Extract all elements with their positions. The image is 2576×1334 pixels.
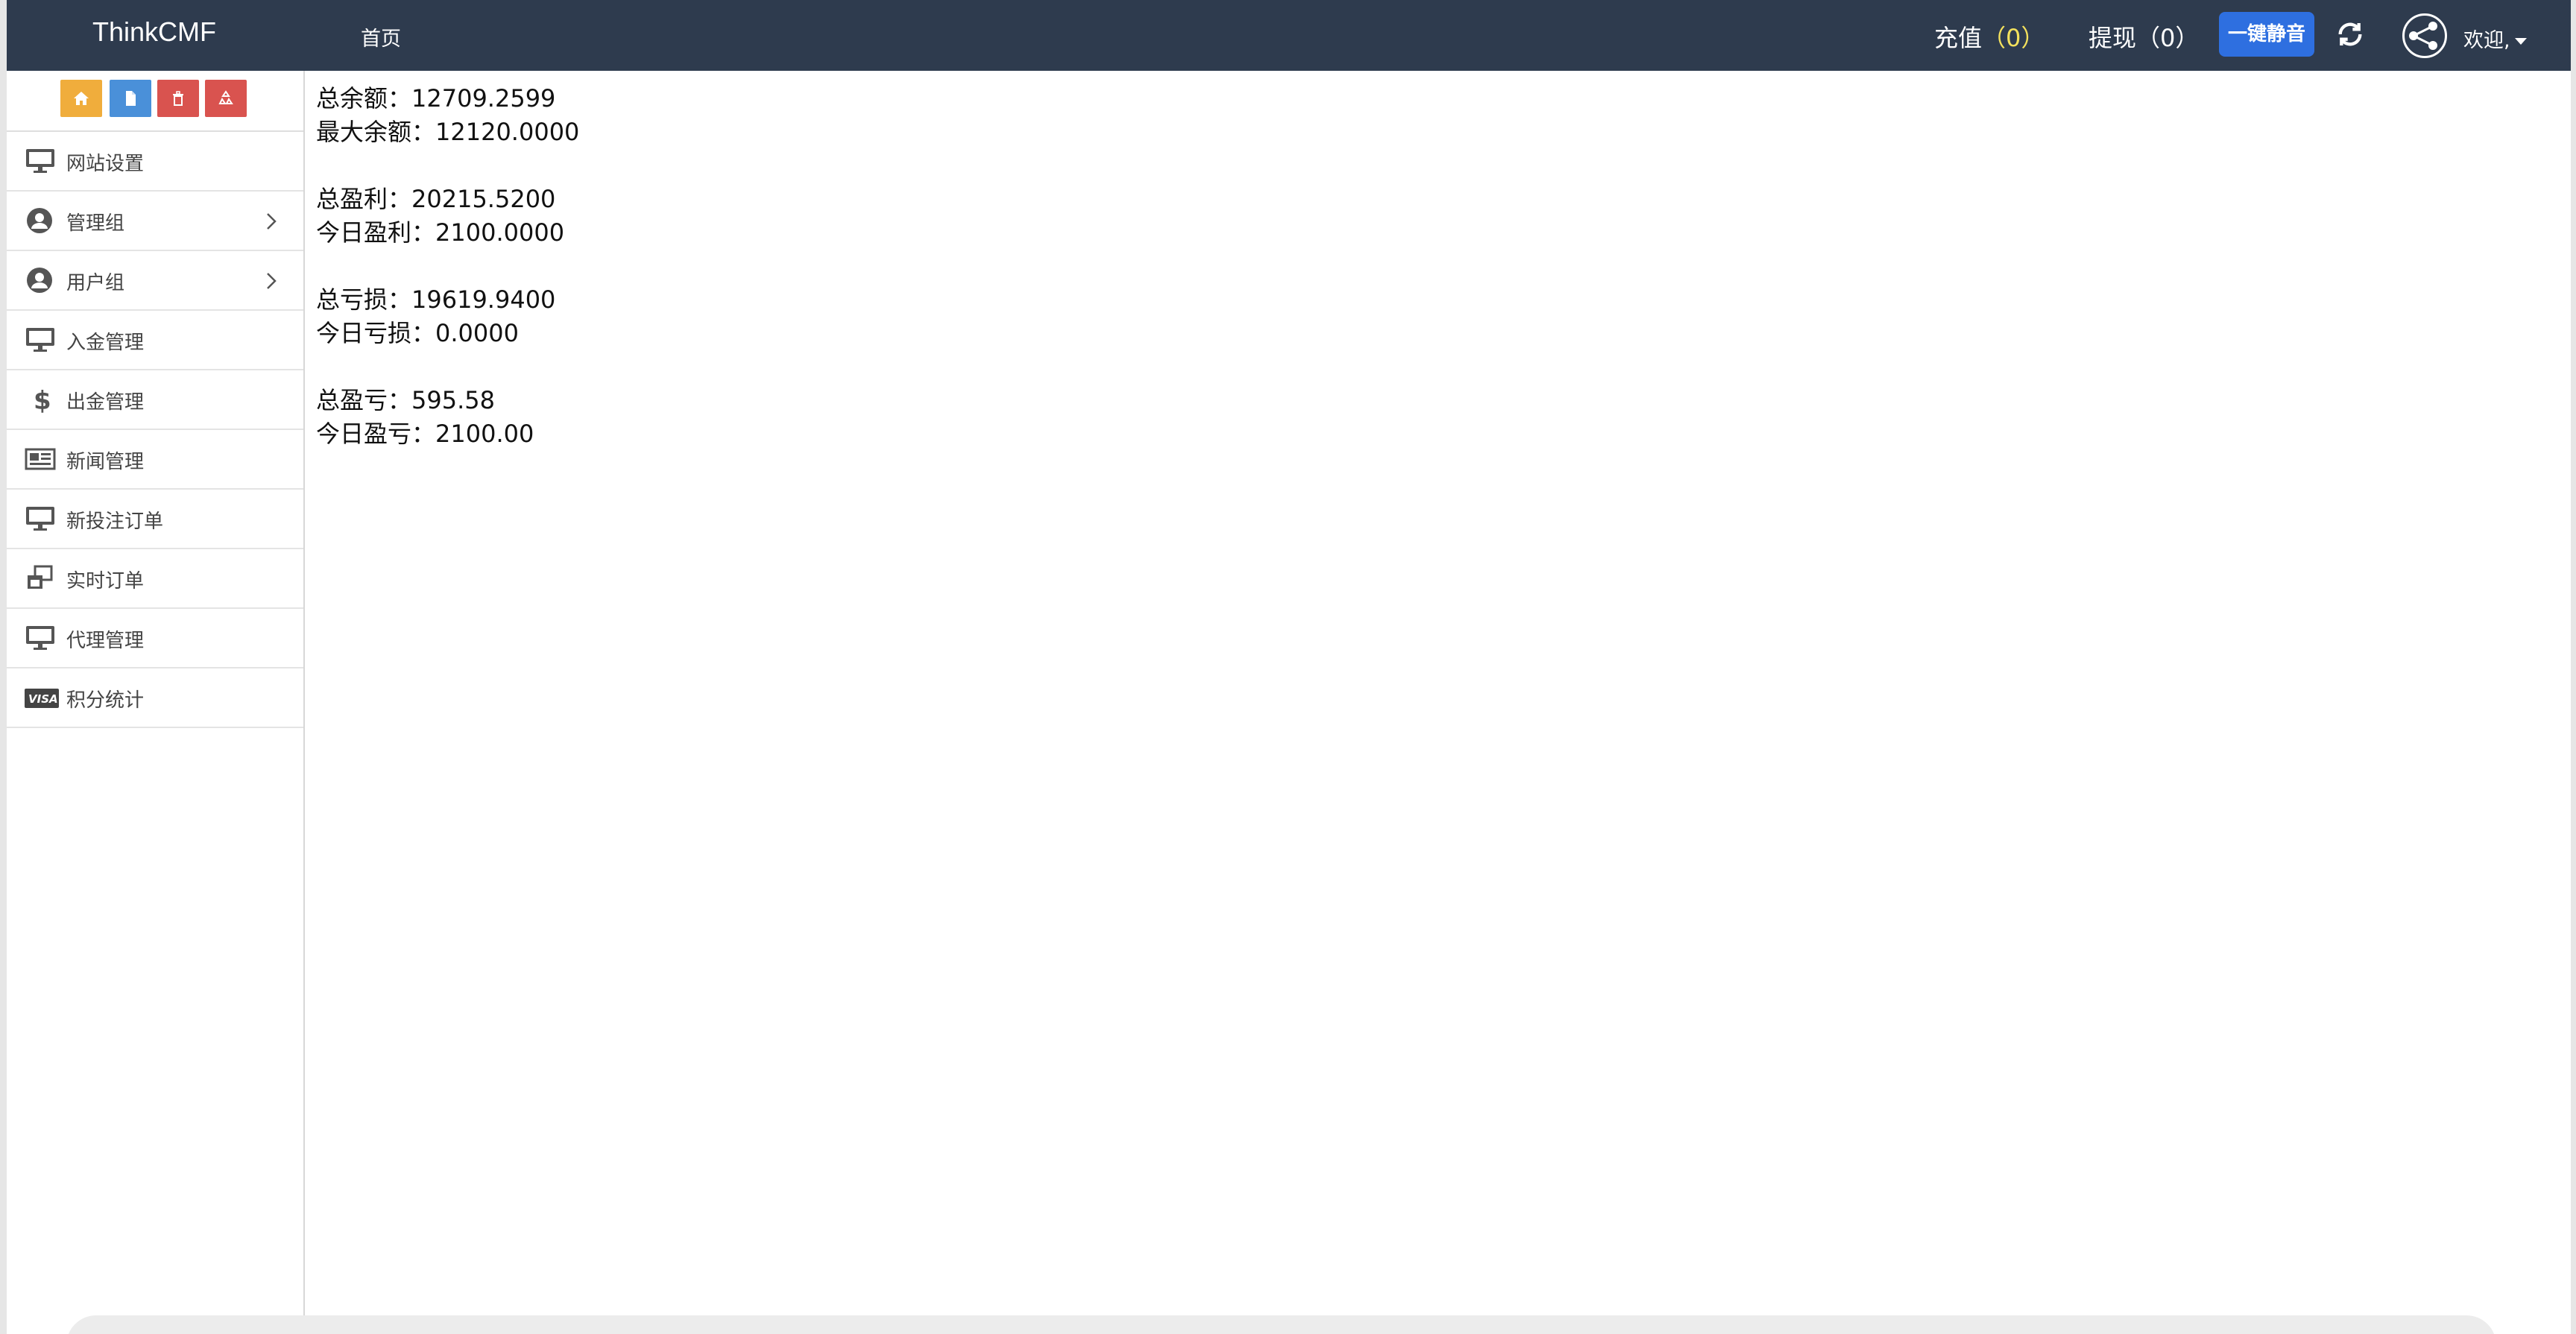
monitor-icon <box>23 146 57 176</box>
recycle-icon <box>218 90 233 104</box>
recharge-link[interactable]: 充值（0） <box>1934 19 2045 54</box>
caret-down-icon <box>2514 38 2527 45</box>
withdraw-count: （0） <box>2136 24 2200 52</box>
loss-group: 总亏损：19619.9400 今日亏损：0.0000 <box>316 283 579 350</box>
chevron-right-icon <box>264 211 279 232</box>
brand-logo[interactable]: ThinkCMF <box>92 16 216 48</box>
share-nodes-icon <box>2409 22 2437 50</box>
recycle-quick-button[interactable] <box>205 80 247 117</box>
sidebar-item[interactable]: 入金管理 <box>7 311 303 370</box>
sidebar-item-label: 新投注订单 <box>66 510 164 533</box>
app-window: ThinkCMF 首页 充值（0） 提现（0） 一键静音 欢迎, 网站设置 管理… <box>7 0 2571 1334</box>
sidebar-item-label: 出金管理 <box>66 391 145 414</box>
max-balance: 最大余额：12120.0000 <box>316 118 580 146</box>
withdraw-label: 提现 <box>2089 24 2137 52</box>
user-circle-icon <box>23 265 57 295</box>
visa-card-icon: VISA <box>23 683 59 712</box>
sidebar-item[interactable]: 新闻管理 <box>7 430 303 490</box>
monitor-icon <box>23 504 57 534</box>
newspaper-icon <box>23 444 57 474</box>
sidebar-item-label: 新闻管理 <box>66 451 145 473</box>
home-icon <box>74 92 89 105</box>
svg-text:$: $ <box>34 386 51 414</box>
balance-group: 总余额：12709.2599 最大余额：12120.0000 <box>316 82 579 149</box>
sidebar-item[interactable]: 实时订单 <box>7 549 303 609</box>
sidebar-item-label: 积分统计 <box>66 689 145 712</box>
monitor-icon <box>23 623 57 653</box>
sidebar-item-label: 实时订单 <box>66 570 145 592</box>
dollar-icon: $ <box>23 385 57 416</box>
sidebar-item[interactable]: 代理管理 <box>7 609 303 668</box>
trash-icon <box>173 91 183 106</box>
sidebar-item-label: 管理组 <box>66 212 125 235</box>
sidebar-item-label: 网站设置 <box>66 153 145 175</box>
sidebar-menu: 网站设置管理组用户组入金管理 $ 出金管理新闻管理新投注订单实时订单代理管理 VISA… <box>7 132 303 728</box>
monitor-icon <box>23 325 57 355</box>
sidebar: 网站设置管理组用户组入金管理 $ 出金管理新闻管理新投注订单实时订单代理管理 VISA… <box>7 71 305 1334</box>
today-loss: 今日亏损：0.0000 <box>316 319 519 347</box>
welcome-text: 欢迎, <box>2463 29 2510 52</box>
home-quick-button[interactable] <box>60 80 102 117</box>
top-navbar: ThinkCMF 首页 充值（0） 提现（0） 一键静音 欢迎, <box>7 0 2571 71</box>
sidebar-item[interactable]: 管理组 <box>7 192 303 251</box>
file-icon <box>126 91 136 106</box>
sidebar-item[interactable]: $ 出金管理 <box>7 370 303 430</box>
sidebar-item-label: 入金管理 <box>66 332 145 354</box>
sidebar-item[interactable]: 用户组 <box>7 251 303 311</box>
total-balance: 总余额：12709.2599 <box>316 84 556 113</box>
sidebar-item-label: 用户组 <box>66 272 125 294</box>
total-profit: 总盈利：20215.5200 <box>316 185 556 213</box>
sidebar-item[interactable]: 新投注订单 <box>7 490 303 549</box>
svg-text:VISA: VISA <box>28 692 58 706</box>
user-menu-dropdown[interactable]: 欢迎, <box>2463 24 2527 53</box>
nav-home-link[interactable]: 首页 <box>361 22 401 51</box>
recharge-count: （0） <box>1982 24 2045 52</box>
horizontal-scrollbar[interactable] <box>66 1315 2496 1334</box>
sidebar-item[interactable]: VISA 积分统计 <box>7 668 303 728</box>
trash-quick-button[interactable] <box>157 80 199 117</box>
recharge-label: 充值 <box>1934 24 1983 52</box>
user-avatar[interactable] <box>2402 13 2447 58</box>
file-quick-button[interactable] <box>110 80 151 117</box>
withdraw-link[interactable]: 提现（0） <box>2089 19 2199 54</box>
total-loss: 总亏损：19619.9400 <box>316 285 556 314</box>
windows-restore-icon <box>23 563 57 593</box>
user-circle-icon <box>23 206 57 235</box>
quick-actions <box>7 71 303 132</box>
sidebar-item[interactable]: 网站设置 <box>7 132 303 192</box>
refresh-icon[interactable] <box>2335 19 2365 49</box>
main-content: 总余额：12709.2599 最大余额：12120.0000 总盈利：20215… <box>316 82 579 484</box>
profit-group: 总盈利：20215.5200 今日盈利：2100.0000 <box>316 183 579 250</box>
mute-all-button[interactable]: 一键静音 <box>2219 12 2314 57</box>
today-profit: 今日盈利：2100.0000 <box>316 218 565 247</box>
sidebar-item-label: 代理管理 <box>66 630 145 652</box>
chevron-right-icon <box>264 271 279 291</box>
pnl-group: 总盈亏：595.58 今日盈亏：2100.00 <box>316 384 579 451</box>
total-pnl: 总盈亏：595.58 <box>316 386 495 414</box>
today-pnl: 今日盈亏：2100.00 <box>316 420 534 448</box>
